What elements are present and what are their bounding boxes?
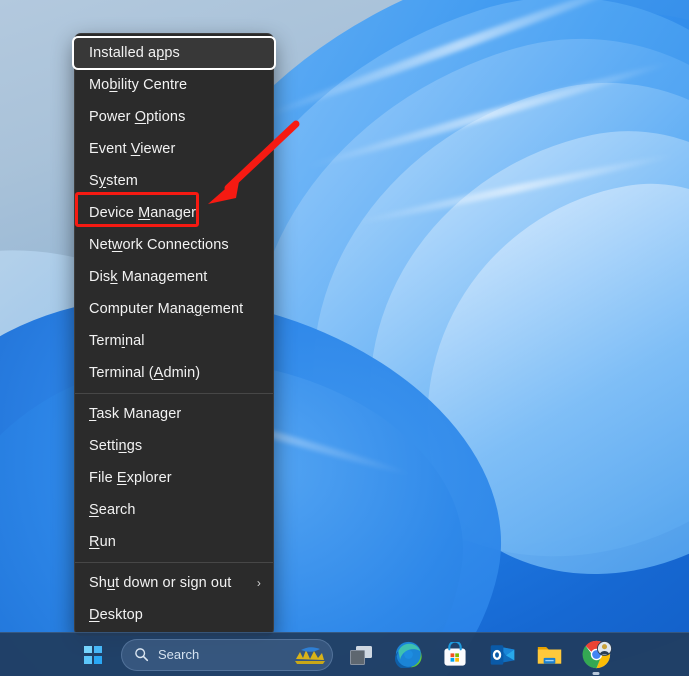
menu-item-terminal-admin[interactable]: Terminal (Admin): [75, 357, 273, 389]
menu-item-shut-down-or-sign-out[interactable]: Shut down or sign out ›: [75, 567, 273, 599]
menu-item-file-explorer[interactable]: File Explorer: [75, 462, 273, 494]
menu-separator: [75, 393, 273, 394]
taskbar-app-microsoft-edge[interactable]: [389, 638, 427, 672]
menu-item-label: Terminal (Admin): [89, 365, 201, 381]
menu-item-disk-management[interactable]: Disk Management: [75, 261, 273, 293]
menu-item-label: Device Manager: [89, 205, 196, 221]
menu-item-label: Desktop: [89, 607, 143, 623]
menu-item-label: Task Manager: [89, 406, 182, 422]
menu-item-computer-management[interactable]: Computer Management: [75, 293, 273, 325]
menu-item-label: File Explorer: [89, 470, 172, 486]
menu-item-label: Run: [89, 534, 116, 550]
menu-item-label: Mobility Centre: [89, 77, 188, 93]
search-icon: [135, 648, 149, 662]
winx-power-user-menu[interactable]: Installed apps Mobility Centre Power Optio…: [72, 33, 276, 636]
start-button[interactable]: [74, 638, 112, 672]
edge-icon: [394, 641, 422, 668]
menu-item-label: Shut down or sign out: [89, 575, 232, 591]
menu-item-event-viewer[interactable]: Event Viewer: [75, 133, 273, 165]
taskbar-app-microsoft-store[interactable]: [436, 638, 474, 672]
outlook-icon: [490, 645, 514, 665]
chevron-right-icon: ›: [256, 576, 261, 590]
menu-item-label: Power Options: [89, 109, 186, 125]
menu-item-search[interactable]: Search: [75, 494, 273, 526]
file-explorer-icon: [537, 647, 561, 664]
menu-item-system[interactable]: System: [75, 165, 273, 197]
search-highlight-icon: [293, 643, 327, 667]
menu-item-label: Event Viewer: [89, 141, 176, 157]
menu-item-desktop[interactable]: Desktop: [75, 599, 273, 631]
taskbar-app-task-view[interactable]: [342, 638, 380, 672]
menu-item-label: System: [89, 173, 138, 189]
menu-item-network-connections[interactable]: Network Connections: [75, 229, 273, 261]
menu-item-run[interactable]: Run: [75, 526, 273, 558]
desktop-screen: Installed apps Mobility Centre Power Optio…: [0, 0, 689, 676]
menu-item-terminal[interactable]: Terminal: [75, 325, 273, 357]
search-placeholder: Search: [158, 647, 200, 662]
menu-item-settings[interactable]: Settings: [75, 430, 273, 462]
windows-logo-icon: [84, 645, 102, 664]
taskbar-app-file-explorer[interactable]: [530, 638, 568, 672]
menu-item-label: Disk Management: [89, 269, 208, 285]
menu-item-label: Settings: [89, 438, 143, 454]
app-active-indicator: [592, 671, 600, 675]
menu-separator: [75, 562, 273, 563]
menu-item-installed-apps[interactable]: Installed apps: [72, 36, 276, 70]
menu-item-task-manager[interactable]: Task Manager: [75, 398, 273, 430]
menu-item-device-manager[interactable]: Device Manager: [75, 197, 273, 229]
task-view-icon: [350, 646, 372, 665]
menu-item-label: Terminal: [89, 333, 145, 349]
menu-item-power-options[interactable]: Power Options: [75, 101, 273, 133]
menu-item-mobility-centre[interactable]: Mobility Centre: [75, 69, 273, 101]
microsoft-store-icon: [444, 641, 466, 666]
menu-item-label: Search: [89, 502, 136, 518]
menu-item-label: Computer Management: [89, 301, 244, 317]
menu-item-label: Network Connections: [89, 237, 229, 253]
profile-avatar-badge: [597, 640, 612, 656]
taskbar: Search: [0, 632, 689, 676]
taskbar-app-google-chrome[interactable]: [577, 638, 615, 675]
taskbar-app-outlook[interactable]: [483, 638, 521, 672]
taskbar-search-box[interactable]: Search: [121, 638, 333, 671]
menu-item-label: Installed apps: [89, 45, 180, 61]
